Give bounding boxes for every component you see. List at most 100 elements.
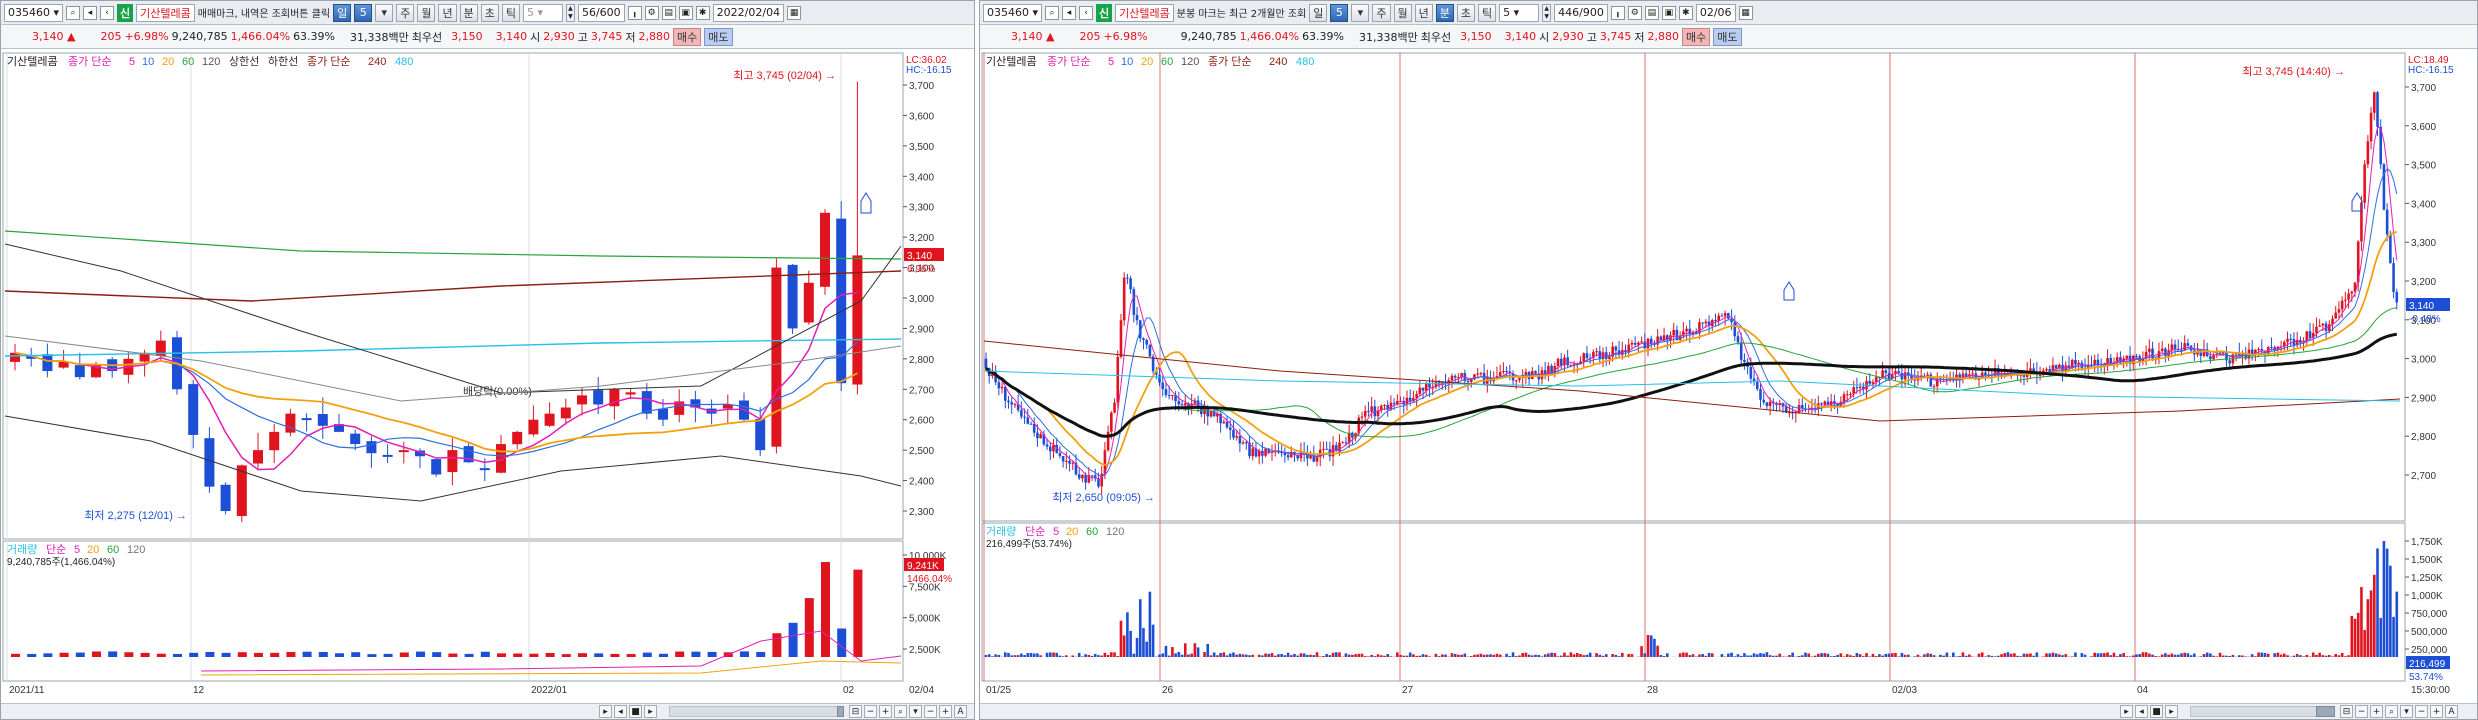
x-tick-label: 04 bbox=[2137, 685, 2149, 696]
fit-icon[interactable]: ⊟ bbox=[849, 705, 862, 718]
fit-icon[interactable]: ⊟ bbox=[2340, 705, 2353, 718]
y-tick-label: 3,000 bbox=[909, 294, 934, 305]
zoom-in-icon[interactable]: + bbox=[2370, 705, 2383, 718]
volume-bar bbox=[1241, 654, 1245, 657]
candle-body bbox=[1762, 399, 1765, 403]
volume-bar bbox=[1283, 655, 1287, 657]
volume-tick-label: 750,000 bbox=[2411, 609, 2448, 620]
volume-bar bbox=[2305, 654, 2309, 657]
candle-body bbox=[2376, 92, 2379, 127]
volume-bar bbox=[2254, 656, 2257, 657]
candle-body bbox=[1126, 277, 1129, 279]
volume-bar bbox=[1444, 654, 1447, 657]
candle-body bbox=[1759, 389, 1762, 400]
volume-bar bbox=[1228, 653, 1232, 657]
scroll-first-icon[interactable]: ◂ bbox=[614, 705, 627, 718]
candle-body bbox=[2135, 355, 2138, 357]
volume-bar bbox=[1473, 654, 1476, 657]
volume-bar bbox=[2180, 653, 2183, 657]
right-scrollbar[interactable] bbox=[2190, 706, 2335, 717]
plus-icon[interactable]: + bbox=[2430, 705, 2443, 718]
volume-bar bbox=[2164, 653, 2167, 657]
right-scroll-thumb[interactable] bbox=[2316, 706, 2335, 717]
candle-body bbox=[2270, 346, 2273, 348]
volume-bar bbox=[221, 652, 231, 657]
candle-body bbox=[2321, 323, 2325, 326]
volume-bar bbox=[2385, 548, 2389, 657]
volume-bar bbox=[108, 651, 118, 657]
candle-body bbox=[1322, 448, 1325, 450]
volume-bar bbox=[1110, 652, 1113, 657]
candle-body bbox=[1200, 408, 1203, 415]
plus-icon[interactable]: + bbox=[939, 705, 952, 718]
volume-bar bbox=[1839, 653, 1843, 657]
candle-body bbox=[1145, 339, 1148, 345]
volume-bar bbox=[1354, 654, 1357, 657]
play-icon[interactable]: ▸ bbox=[2165, 705, 2178, 718]
candle-body bbox=[2093, 359, 2097, 365]
volume-bar bbox=[1797, 656, 1801, 657]
volume-bar bbox=[1161, 653, 1165, 657]
candle-body bbox=[512, 431, 523, 445]
candle-body bbox=[1363, 410, 1367, 417]
minus-icon[interactable]: − bbox=[924, 705, 937, 718]
volume-bar bbox=[1749, 655, 1753, 657]
volume-bar bbox=[561, 654, 571, 657]
volume-bar bbox=[1746, 655, 1749, 657]
candle-body bbox=[2157, 351, 2161, 359]
down-icon[interactable]: ▾ bbox=[909, 705, 922, 718]
volume-bar bbox=[1733, 656, 1737, 657]
y-tick-label: 3,400 bbox=[2411, 199, 2436, 210]
candle-body bbox=[1659, 336, 1663, 341]
x-tick-label: 27 bbox=[1402, 685, 1414, 696]
volume-bar bbox=[991, 656, 994, 657]
candle-body bbox=[1286, 455, 1290, 458]
volume-bar bbox=[1077, 652, 1081, 657]
volume-tick-label: 1,750K bbox=[2411, 537, 2443, 548]
volume-bar bbox=[1894, 652, 1897, 657]
left-scroll-thumb[interactable] bbox=[837, 706, 844, 717]
scroll-first-icon[interactable]: ◂ bbox=[2135, 705, 2148, 718]
stop-icon[interactable]: ■ bbox=[2150, 705, 2163, 718]
magnify-icon[interactable]: ⌕ bbox=[2385, 705, 2398, 718]
candle-body bbox=[1367, 410, 1370, 412]
play-icon[interactable]: ▸ bbox=[644, 705, 657, 718]
zoom-out-icon[interactable]: − bbox=[2355, 705, 2368, 718]
volume-bar bbox=[1434, 653, 1438, 657]
volume-bar bbox=[1495, 653, 1499, 657]
volume-bar bbox=[1945, 652, 1949, 657]
candle-body bbox=[1061, 456, 1065, 462]
candle-body bbox=[2038, 375, 2042, 377]
candle-body bbox=[1090, 475, 1094, 477]
right-chart-canvas[interactable]: 3,7003,6003,5003,4003,3003,2003,1003,000… bbox=[980, 1, 2478, 720]
volume-bar bbox=[335, 653, 344, 657]
candle-body bbox=[74, 365, 85, 378]
candle-body bbox=[1768, 401, 1772, 407]
candle-body bbox=[528, 419, 539, 435]
volume-bar bbox=[2061, 655, 2064, 657]
volume-bar bbox=[1743, 653, 1746, 657]
zoom-in-icon[interactable]: + bbox=[879, 705, 892, 718]
stop-icon[interactable]: ■ bbox=[629, 705, 642, 718]
text-icon[interactable]: A bbox=[2445, 705, 2458, 718]
left-chart-canvas[interactable]: 3,7003,6003,5003,4003,3003,2003,1003,000… bbox=[1, 1, 975, 720]
minus-icon[interactable]: − bbox=[2415, 705, 2428, 718]
scroll-prev-icon[interactable]: ▸ bbox=[599, 705, 612, 718]
legend-item: 종가 단순 bbox=[1047, 55, 1091, 68]
text-icon[interactable]: A bbox=[954, 705, 967, 718]
down-icon[interactable]: ▾ bbox=[2400, 705, 2413, 718]
magnify-icon[interactable]: ⌕ bbox=[894, 705, 907, 718]
volume-bar bbox=[1135, 637, 1139, 657]
scroll-prev-icon[interactable]: ▸ bbox=[2120, 705, 2133, 718]
volume-bar bbox=[1261, 655, 1264, 657]
zoom-out-icon[interactable]: − bbox=[864, 705, 877, 718]
candle-body bbox=[1315, 456, 1319, 462]
daily-chart-window: 035460 ▾ ⌕ ◂ ‹ 신 기산텔레콤 매매마크, 내역은 조회버튼 클릭… bbox=[0, 0, 975, 720]
volume-bar bbox=[2292, 655, 2296, 657]
candle-body bbox=[836, 218, 847, 384]
candle-body bbox=[1633, 342, 1637, 345]
volume-bar bbox=[1511, 652, 1515, 657]
left-scrollbar[interactable] bbox=[669, 706, 844, 717]
candle-body bbox=[2173, 344, 2177, 349]
volume-legend-item: 20 bbox=[87, 544, 99, 556]
